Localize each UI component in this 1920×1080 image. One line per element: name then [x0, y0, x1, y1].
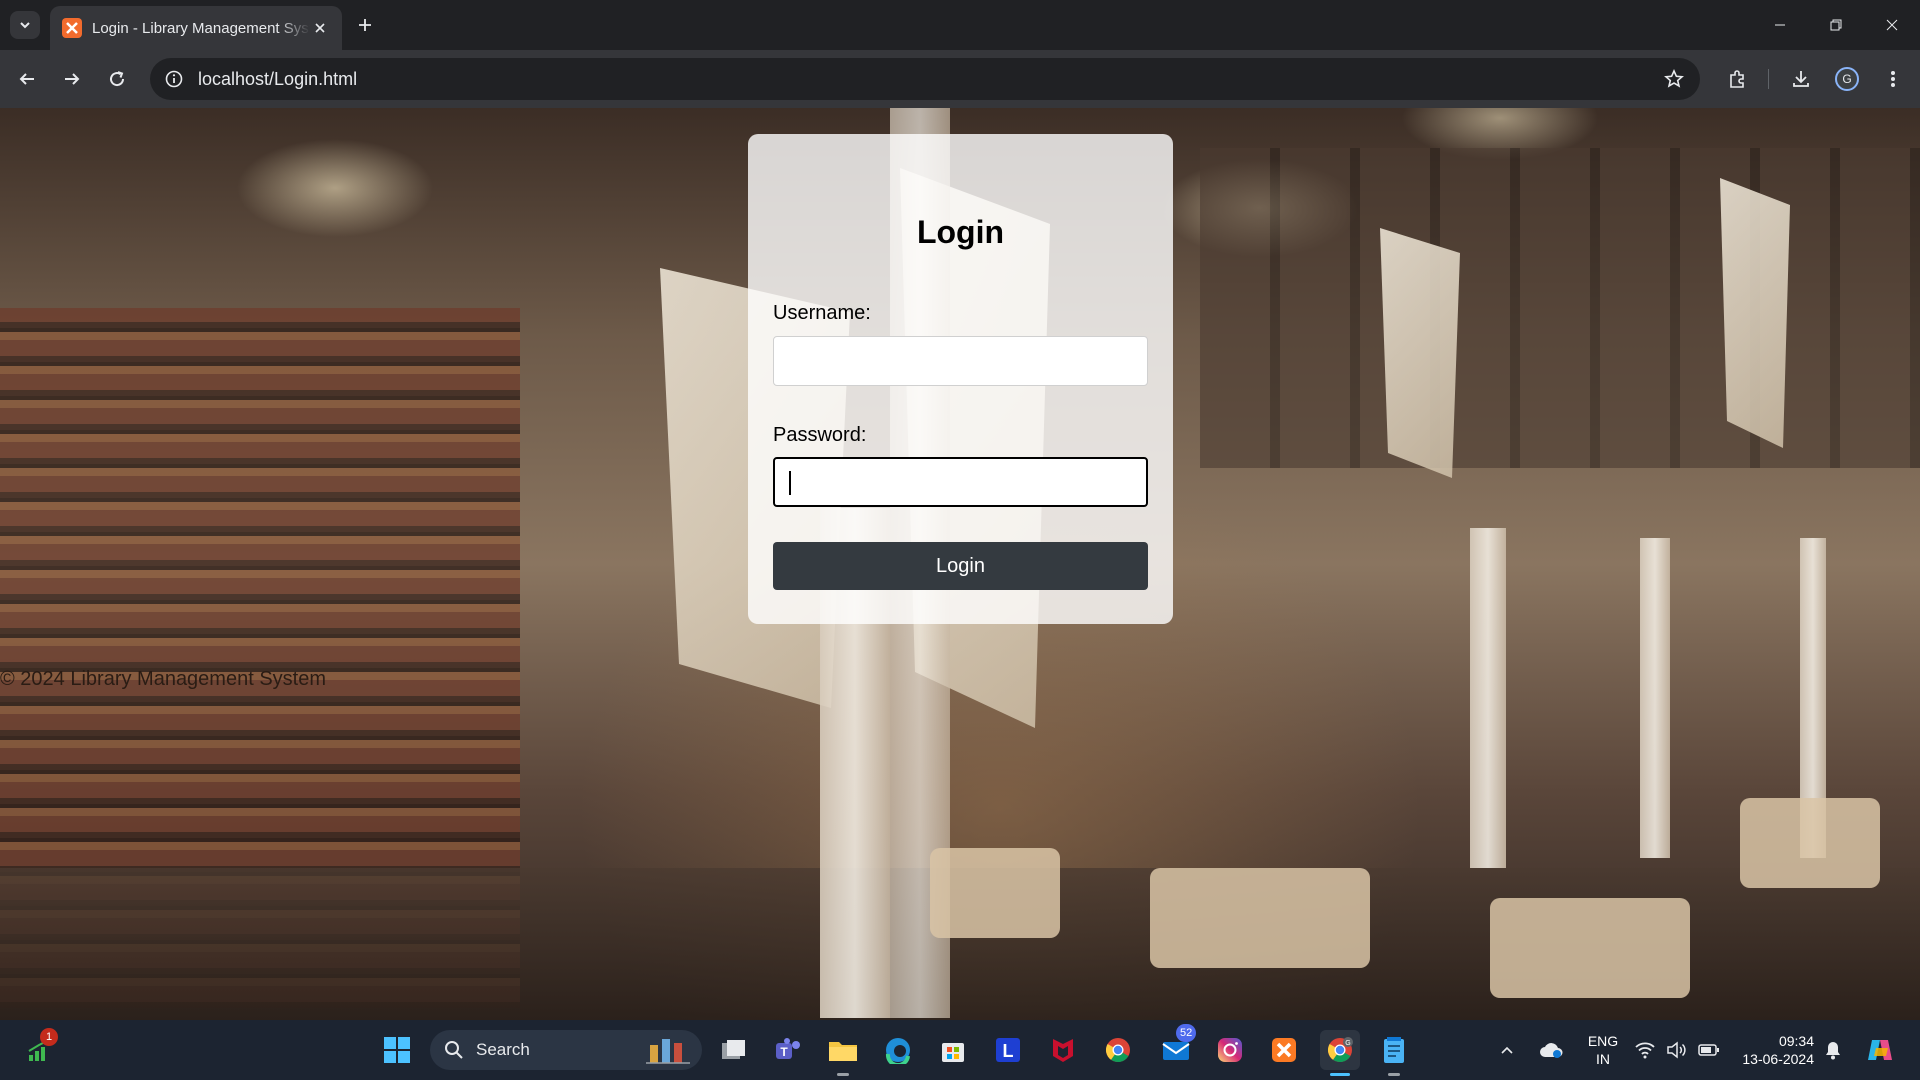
- minimize-icon[interactable]: [1752, 0, 1808, 50]
- notification-bell-icon[interactable]: [1818, 1030, 1848, 1070]
- svg-text:T: T: [780, 1045, 788, 1059]
- bookmark-star-icon[interactable]: [1662, 67, 1686, 91]
- ship-sail: [1380, 228, 1460, 478]
- address-bar[interactable]: localhost/Login.html: [150, 58, 1700, 100]
- tab-title: Login - Library Management System: [92, 19, 310, 37]
- task-view-icon[interactable]: [714, 1030, 754, 1070]
- microsoft-store-icon[interactable]: [933, 1030, 973, 1070]
- tab-strip: Login - Library Management System: [0, 0, 1920, 50]
- login-heading: Login: [916, 214, 1005, 250]
- login-button[interactable]: Login: [773, 542, 1148, 590]
- profile-initial: G: [1835, 67, 1859, 91]
- chevron-down-icon: [20, 22, 30, 29]
- password-label: Password:: [773, 424, 867, 446]
- armchair: [1150, 868, 1370, 968]
- new-tab-plus-icon[interactable]: [352, 12, 378, 38]
- language-code: ENG: [1587, 1033, 1619, 1049]
- forward-arrow-icon[interactable]: [57, 64, 87, 94]
- outlook-mail-icon[interactable]: 52: [1156, 1024, 1197, 1070]
- outlook-badge: 52: [1176, 1024, 1197, 1042]
- browser-toolbar: localhost/Login.html G: [0, 50, 1920, 108]
- site-info-icon[interactable]: [162, 67, 186, 91]
- instagram-icon[interactable]: [1210, 1030, 1250, 1070]
- login-card: Login Username: Password: Login: [748, 134, 1173, 624]
- tab-search-button[interactable]: [10, 11, 40, 39]
- pillar: [1640, 538, 1670, 858]
- search-highlight-icon: [646, 1039, 690, 1064]
- back-arrow-icon[interactable]: [12, 64, 42, 94]
- volume-icon[interactable]: [1662, 1030, 1692, 1070]
- address-bar-url: localhost/Login.html: [198, 68, 358, 89]
- clock-time: 09:34: [1778, 1033, 1814, 1049]
- file-explorer-icon[interactable]: [823, 1030, 863, 1076]
- username-label: Username:: [773, 302, 871, 324]
- armchair: [930, 848, 1060, 938]
- running-indicator: [1388, 1073, 1400, 1076]
- armchair: [1490, 898, 1690, 998]
- taskbar-clock[interactable]: 09:34 13-06-2024: [1734, 1032, 1814, 1068]
- downloads-icon[interactable]: [1786, 64, 1816, 94]
- wifi-icon[interactable]: [1630, 1030, 1660, 1070]
- onedrive-cloud-icon[interactable]: [1534, 1030, 1568, 1070]
- restore-icon[interactable]: [1808, 0, 1864, 50]
- window-controls: [1752, 0, 1920, 50]
- show-hidden-icons-chevron-icon[interactable]: [1492, 1030, 1522, 1070]
- armchair: [1740, 798, 1880, 888]
- page-viewport: Login Username: Password: Login © 2024 L…: [0, 108, 1920, 1020]
- mcafee-icon[interactable]: [1043, 1030, 1083, 1070]
- extensions-puzzle-icon[interactable]: [1722, 64, 1752, 94]
- taskbar-search[interactable]: Search: [430, 1030, 702, 1070]
- username-input[interactable]: [773, 336, 1148, 386]
- reload-icon[interactable]: [102, 64, 132, 94]
- teams-icon[interactable]: T: [768, 1030, 808, 1070]
- footer-copyright: © 2024 Library Management System: [0, 668, 327, 690]
- browser-tab-active[interactable]: Login - Library Management System: [50, 6, 342, 50]
- edge-icon[interactable]: [878, 1030, 918, 1070]
- bookshelves-right: [1200, 148, 1920, 468]
- pillar: [1470, 528, 1506, 868]
- xampp-favicon-icon: [62, 18, 82, 38]
- notepad-icon[interactable]: [1374, 1030, 1414, 1076]
- active-app-indicator: [1330, 1073, 1350, 1076]
- tab-close-icon[interactable]: [310, 18, 330, 38]
- search-label: Search: [476, 1040, 530, 1059]
- copilot-icon[interactable]: [1860, 1030, 1900, 1070]
- lenovo-vantage-icon[interactable]: L: [988, 1030, 1028, 1070]
- search-icon: [445, 1041, 463, 1059]
- profile-avatar[interactable]: G: [1832, 64, 1862, 94]
- password-input[interactable]: [773, 457, 1148, 507]
- chrome-icon[interactable]: [1098, 1030, 1138, 1070]
- region-code: IN: [1596, 1051, 1610, 1067]
- windows-taskbar: 1 Search T L 52 G ENG IN 09:34 13-06-202…: [0, 1020, 1920, 1080]
- svg-text:G: G: [1345, 1040, 1350, 1047]
- window-close-icon[interactable]: [1864, 0, 1920, 50]
- widgets-badge: 1: [40, 1028, 58, 1046]
- toolbar-separator: [1768, 69, 1769, 89]
- battery-icon[interactable]: [1694, 1030, 1724, 1070]
- running-indicator: [837, 1073, 849, 1076]
- ship-sail: [1720, 178, 1790, 448]
- svg-text:L: L: [1003, 1041, 1014, 1061]
- text-caret: [789, 471, 791, 495]
- language-indicator[interactable]: ENG IN: [1586, 1032, 1620, 1068]
- widgets-stocks-icon[interactable]: 1: [20, 1028, 60, 1070]
- clock-date: 13-06-2024: [1742, 1051, 1814, 1067]
- windows-start-icon[interactable]: [377, 1030, 417, 1070]
- xampp-icon[interactable]: [1264, 1030, 1304, 1070]
- chrome-profile-icon-active[interactable]: G: [1320, 1030, 1360, 1076]
- more-menu-icon[interactable]: [1878, 64, 1908, 94]
